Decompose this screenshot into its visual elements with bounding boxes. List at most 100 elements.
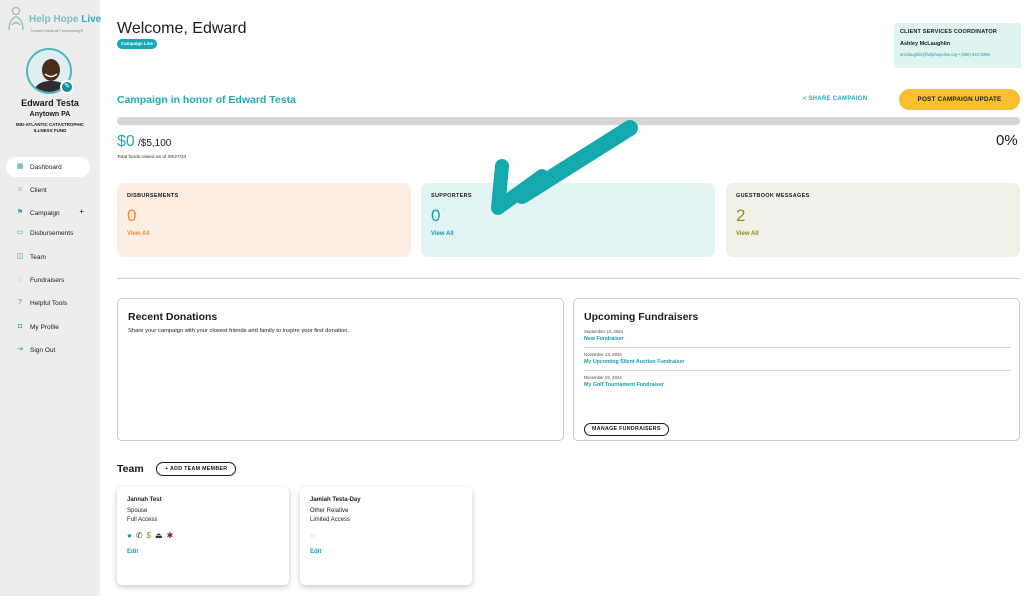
- member-access: Limited Access: [310, 517, 351, 523]
- nav-item-my-profile[interactable]: ◘ My Profile: [6, 317, 90, 337]
- logo-main-text: Help Hope: [29, 14, 79, 25]
- help-hope-live-logo[interactable]: Help Hope Live Trusted Medical Fundraisi…: [6, 6, 101, 34]
- profile-fund: MID-ATLANTIC CATASTROPHIC ILLNESS FUND: [15, 122, 85, 133]
- stat-value: 2: [736, 206, 746, 225]
- add-team-member-button[interactable]: + ADD TEAM MEMBER: [156, 462, 237, 476]
- fundraiser-link[interactable]: New Fundraiser: [584, 336, 1011, 342]
- recent-donations-title: Recent Donations: [128, 311, 218, 323]
- coordinator-title: CLIENT SERVICES COORDINATOR: [900, 29, 998, 35]
- team-member-card: Jamiah Testa-Day Other Relative Limited …: [300, 487, 472, 585]
- coordinator-name: Ashley McLaughlin: [900, 41, 951, 47]
- asterisk-icon: ✱: [166, 531, 174, 540]
- upcoming-fundraisers-card: Upcoming Fundraisers September 10, 2024 …: [573, 298, 1020, 441]
- nav-item-disbursements[interactable]: ▭ Disbursements: [6, 223, 90, 243]
- view-all-link[interactable]: View All: [736, 231, 1010, 237]
- view-all-link[interactable]: View All: [127, 231, 401, 237]
- nav-item-team[interactable]: ◫ Team: [6, 247, 90, 267]
- funds-goal: /$5,100: [138, 138, 172, 149]
- share-campaign-link[interactable]: < SHARE CAMPAIGN: [803, 96, 867, 102]
- dollar-icon: $: [146, 531, 151, 540]
- nav-label: Campaign: [30, 209, 60, 217]
- fundraiser-list-item: November 13, 2024 My Upcoming Silent Auc…: [584, 348, 1011, 371]
- nav-item-client[interactable]: ☺ Client: [6, 180, 90, 200]
- coordinator-contact-link[interactable]: amclaughlin@helphopelive.org • (800) 642…: [900, 52, 1015, 57]
- recent-donations-card: Recent Donations Share your campaign wit…: [117, 298, 564, 441]
- stat-title: DISBURSEMENTS: [127, 193, 179, 199]
- stat-value: 0: [127, 206, 137, 225]
- nav-item-fundraisers[interactable]: ◌ Fundraisers: [6, 270, 90, 290]
- annotation-arrow-icon: [491, 120, 638, 215]
- stat-card-disbursements: DISBURSEMENTS 0 View All: [117, 183, 411, 257]
- campaign-title: Campaign in honor of Edward Testa: [117, 94, 296, 106]
- view-all-link[interactable]: View All: [431, 231, 705, 237]
- bowl-icon: ⏏: [155, 531, 163, 540]
- page-title: Welcome, Edward: [117, 20, 247, 37]
- fundraisers-icon: ◌: [17, 276, 23, 283]
- progress-percent: 0%: [996, 132, 1018, 149]
- fundraiser-list-item: December 02, 2024 My Golf Tournament Fun…: [584, 371, 1011, 393]
- person-icon: ☺: [16, 186, 24, 193]
- nav-item-campaign[interactable]: ⚑ Campaign +: [6, 203, 90, 223]
- member-access: Full Access: [127, 517, 158, 523]
- logo-tagline: Trusted Medical Fundraising®: [30, 28, 84, 33]
- status-ring-icon: ○: [310, 531, 315, 540]
- nav-label: Helpful Tools: [30, 299, 68, 307]
- logo-accent-text: Live: [81, 14, 102, 25]
- fundraiser-date: November 13, 2024: [584, 352, 622, 357]
- stat-title: GUESTBOOK MESSAGES: [736, 193, 810, 199]
- coordinator-card: CLIENT SERVICES COORDINATOR Ashley McLau…: [894, 23, 1021, 68]
- sidebar: Help Hope Live Trusted Medical Fundraisi…: [0, 0, 101, 596]
- member-permission-icons: ● ✆ $ ⏏ ✱: [127, 531, 279, 541]
- fundraiser-link[interactable]: My Upcoming Silent Auction Fundraiser: [584, 359, 1011, 365]
- expand-plus-icon[interactable]: +: [79, 207, 84, 216]
- fundraiser-list: September 10, 2024 New Fundraiser Novemb…: [584, 325, 1011, 393]
- fundraiser-date: December 02, 2024: [584, 375, 622, 380]
- share-campaign-label: SHARE CAMPAIGN: [808, 96, 868, 102]
- member-role: Spouse: [127, 508, 148, 514]
- nav-label: Client: [30, 186, 47, 194]
- edit-member-link[interactable]: Edit: [127, 549, 279, 555]
- nav-label: Dashboard: [30, 163, 62, 171]
- team-title: Team: [117, 463, 144, 475]
- section-divider: [117, 278, 1020, 279]
- nav-label: Fundraisers: [30, 276, 65, 284]
- nav-item-helpful-tools[interactable]: ? Helpful Tools: [6, 293, 90, 313]
- status-dot-icon: ●: [127, 531, 132, 540]
- nav-label: Sign Out: [30, 346, 56, 354]
- disbursements-icon: ▭: [16, 229, 24, 236]
- nav-item-dashboard[interactable]: ▦ Dashboard: [6, 157, 90, 177]
- stat-card-guestbook: GUESTBOOK MESSAGES 2 View All: [726, 183, 1020, 257]
- help-icon: ?: [18, 299, 22, 306]
- status-badge: Campaign Live: [117, 39, 158, 49]
- fundraiser-link[interactable]: My Golf Tournament Fundraiser: [584, 382, 1011, 388]
- fundraiser-date: September 10, 2024: [584, 329, 623, 334]
- dashboard-icon: ▦: [16, 163, 24, 170]
- member-permission-icons: ○: [310, 531, 462, 541]
- profile-name: Edward Testa: [21, 98, 79, 108]
- nav-label: Team: [30, 253, 46, 261]
- phone-icon: ✆: [135, 531, 143, 540]
- profile-icon: ◘: [17, 323, 23, 330]
- nav-label: Disbursements: [30, 229, 74, 237]
- logo-text: Help Hope Live: [29, 14, 101, 25]
- edit-member-link[interactable]: Edit: [310, 549, 462, 555]
- profile-location: Anytown PA: [29, 111, 71, 118]
- funds-raised-note: Total funds raised as of 08/27/24: [117, 155, 187, 160]
- campaign-icon: ⚑: [16, 209, 24, 216]
- member-name: Jannah Test: [127, 497, 162, 503]
- team-icon: ◫: [16, 253, 24, 260]
- logo-figure-icon: [8, 6, 24, 31]
- upcoming-fundraisers-title: Upcoming Fundraisers: [584, 311, 699, 323]
- member-role: Other Relative: [310, 508, 349, 514]
- funds-raised: $0: [117, 133, 135, 150]
- nav-item-sign-out[interactable]: ⇥ Sign Out: [6, 340, 90, 360]
- post-campaign-update-button[interactable]: POST CAMPAIGN UPDATE: [899, 89, 1020, 110]
- fundraiser-list-item: September 10, 2024 New Fundraiser: [584, 325, 1011, 348]
- nav-label: My Profile: [30, 323, 59, 331]
- member-name: Jamiah Testa-Day: [310, 497, 361, 503]
- recent-donations-description: Share your campaign with your closest fr…: [128, 328, 350, 334]
- sign-out-icon: ⇥: [17, 346, 23, 353]
- edit-avatar-pencil-icon[interactable]: ✎: [60, 80, 74, 94]
- manage-fundraisers-button[interactable]: MANAGE FUNDRAISERS: [584, 423, 669, 436]
- team-member-card: Jannah Test Spouse Full Access ● ✆ $ ⏏ ✱…: [117, 487, 289, 585]
